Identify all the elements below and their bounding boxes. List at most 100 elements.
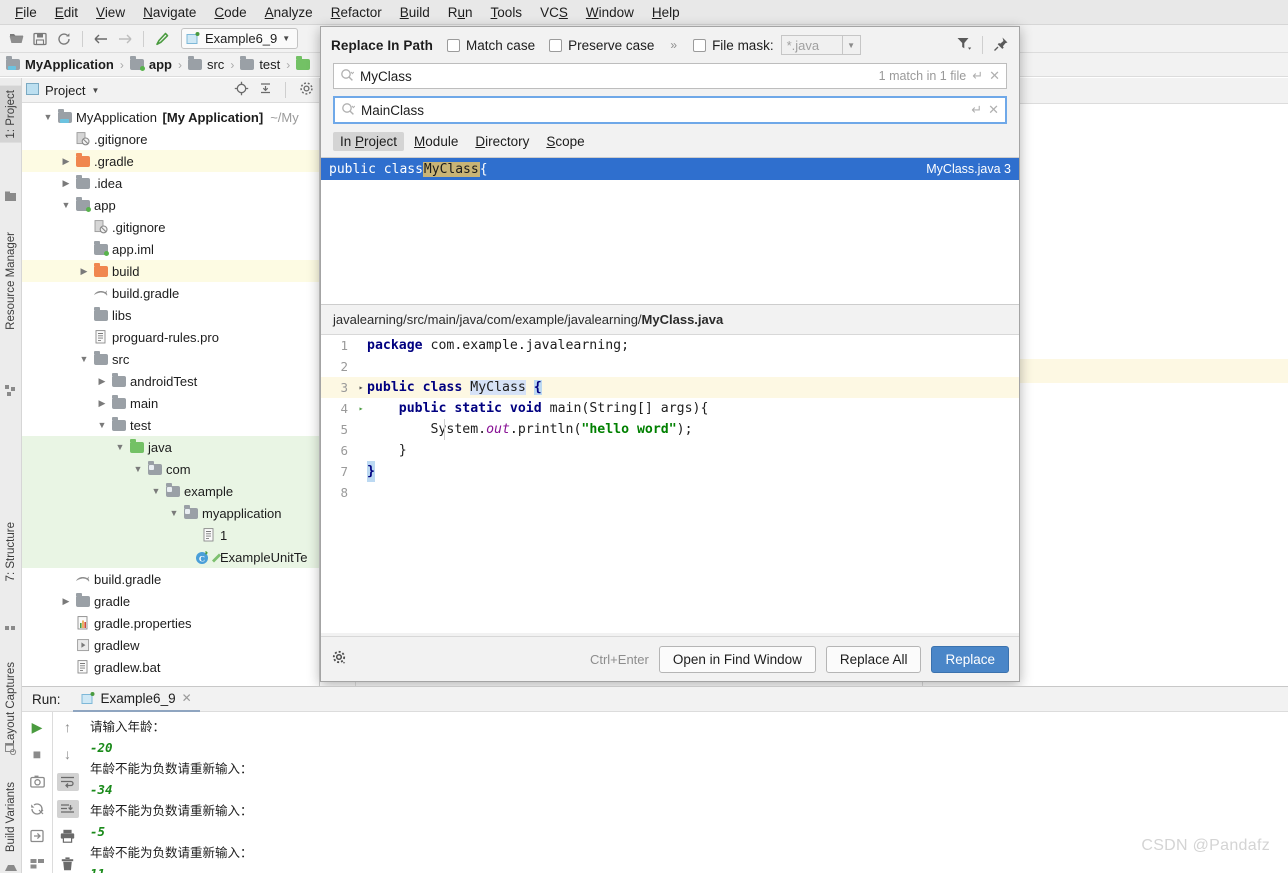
tree-twisty[interactable]: ▼ (76, 354, 92, 364)
tree-twisty[interactable]: ▼ (40, 112, 56, 122)
run-tab[interactable]: Example6_9 ✕ (72, 686, 200, 712)
preview-pane[interactable]: 1 package com.example.javalearning; 2 3 … (321, 335, 1019, 633)
tree-node-1[interactable]: 1 (22, 524, 319, 546)
tree-node-proguard-rules-pro[interactable]: proguard-rules.pro (22, 326, 319, 348)
match-case-checkbox[interactable]: Match case (447, 38, 535, 53)
search-input[interactable]: MyClass (360, 69, 873, 84)
search-results-list[interactable]: public class MyClass {MyClass.java 3 (321, 157, 1019, 305)
tree-twisty[interactable]: ▶ (58, 178, 74, 189)
tree-twisty[interactable]: ▼ (58, 200, 74, 210)
tree-node-gitignore[interactable]: .gitignore (22, 128, 319, 150)
tool-tab-7-structure[interactable]: 7: Structure (0, 518, 22, 585)
menu-analyze[interactable]: Analyze (256, 3, 322, 22)
soft-wrap-icon[interactable] (56, 772, 79, 791)
filter-icon[interactable] (956, 36, 972, 54)
tree-node-myapplication[interactable]: ▼ MyApplication [My Application] ~/My (22, 106, 319, 128)
tree-node-com[interactable]: ▼ com (22, 458, 319, 480)
menu-run[interactable]: Run (439, 3, 482, 22)
tree-node-gradlew[interactable]: gradlew (22, 634, 319, 656)
save-icon[interactable] (29, 28, 51, 50)
tree-node-app-iml[interactable]: app.iml (22, 238, 319, 260)
run-icon[interactable]: ▶ (26, 718, 48, 736)
breadcrumb-item-test[interactable]: test (240, 56, 280, 72)
tree-node-build-gradle[interactable]: build.gradle (22, 568, 319, 590)
tree-node-androidtest[interactable]: ▶ androidTest (22, 370, 319, 392)
open-in-find-window-button[interactable]: Open in Find Window (658, 645, 816, 673)
fold-marker[interactable]: ▸ (355, 377, 367, 398)
tree-twisty[interactable]: ▶ (94, 398, 110, 409)
tree-node-gradle[interactable]: ▶ gradle (22, 590, 319, 612)
stop-icon[interactable]: ■ (26, 745, 48, 763)
tree-twisty[interactable]: ▼ (94, 420, 110, 430)
close-icon[interactable]: ✕ (182, 691, 192, 705)
print-icon[interactable] (57, 827, 79, 845)
pin-icon[interactable] (993, 36, 1009, 55)
replace-input[interactable]: MainClass (361, 103, 965, 118)
down-arrow-icon[interactable]: ↓ (57, 745, 79, 763)
chevron-down-icon[interactable]: ▼ (91, 86, 99, 95)
layout-icon[interactable] (26, 855, 48, 873)
file-mask-checkbox[interactable]: File mask: (693, 38, 774, 53)
close-icon[interactable]: ✕ (989, 68, 1000, 84)
trash-icon[interactable] (57, 855, 79, 873)
replace-history-icon[interactable] (341, 102, 356, 119)
open-folder-icon[interactable] (5, 28, 27, 50)
tree-node-app[interactable]: ▼ app (22, 194, 319, 216)
menu-file[interactable]: File (6, 3, 46, 22)
tree-node-libs[interactable]: libs (22, 304, 319, 326)
menu-window[interactable]: Window (577, 3, 643, 22)
build-hammer-icon[interactable] (151, 28, 173, 50)
menu-vcs[interactable]: VCS (531, 3, 577, 22)
multiline-icon[interactable]: ↵ (972, 68, 983, 84)
menu-help[interactable]: Help (643, 3, 689, 22)
scope-tab-scope[interactable]: Scope (539, 132, 591, 151)
menu-navigate[interactable]: Navigate (134, 3, 205, 22)
scroll-to-end-icon[interactable] (56, 799, 79, 819)
up-arrow-icon[interactable]: ↑ (57, 718, 79, 736)
match-case-box[interactable] (447, 38, 461, 52)
tree-twisty[interactable]: ▼ (130, 464, 146, 474)
menu-edit[interactable]: Edit (46, 3, 87, 22)
back-arrow-icon[interactable] (90, 28, 112, 50)
tree-node-myapplication[interactable]: ▼ myapplication (22, 502, 319, 524)
tree-node-java[interactable]: ▼ java (22, 436, 319, 458)
preserve-case-box[interactable] (549, 38, 563, 52)
preserve-case-checkbox[interactable]: Preserve case (549, 38, 654, 53)
scope-tab-in-project[interactable]: In Project (333, 132, 405, 151)
menu-code[interactable]: Code (205, 3, 255, 22)
replace-button[interactable]: Replace (931, 645, 1009, 673)
tree-node-build[interactable]: ▶ build (22, 260, 319, 282)
tree-node-main[interactable]: ▶ main (22, 392, 319, 414)
tree-twisty[interactable]: ▶ (58, 596, 74, 607)
file-mask-box[interactable] (693, 38, 707, 52)
scope-tab-directory[interactable]: Directory (468, 132, 536, 151)
replace-multiline-icon[interactable]: ↵ (971, 102, 982, 118)
gear-icon[interactable] (331, 649, 348, 669)
breadcrumb-item-myapplication[interactable]: MyApplication (6, 56, 114, 72)
locate-icon[interactable] (232, 81, 250, 99)
tool-tab-resource-manager[interactable]: Resource Manager (0, 228, 22, 334)
replace-input-row[interactable]: MainClass ↵ ✕ (333, 96, 1007, 124)
search-result-row[interactable]: public class MyClass {MyClass.java 3 (321, 158, 1019, 180)
breadcrumb-item-java[interactable] (296, 56, 311, 70)
tree-node-gradle-properties[interactable]: gradle.properties (22, 612, 319, 634)
breadcrumb-item-src[interactable]: src (187, 56, 224, 72)
file-mask-dropdown-icon[interactable]: ▼ (842, 35, 861, 55)
tree-node-idea[interactable]: ▶ .idea (22, 172, 319, 194)
menu-tools[interactable]: Tools (482, 3, 532, 22)
sync-icon[interactable] (53, 28, 75, 50)
tree-node-build-gradle[interactable]: build.gradle (22, 282, 319, 304)
breadcrumb-item-app[interactable]: app (129, 56, 172, 72)
collapse-all-icon[interactable] (256, 81, 274, 99)
tree-twisty[interactable]: ▶ (76, 266, 92, 277)
tree-node-exampleunitte[interactable]: C ExampleUnitTe (22, 546, 319, 568)
export-icon[interactable] (26, 827, 48, 845)
tool-tab-layout-captures[interactable]: Layout Captures (0, 658, 22, 750)
menu-view[interactable]: View (87, 3, 134, 22)
replace-close-icon[interactable]: ✕ (988, 102, 999, 118)
tree-node-gitignore[interactable]: .gitignore (22, 216, 319, 238)
gear-icon[interactable] (297, 81, 315, 99)
tree-twisty[interactable]: ▼ (166, 508, 182, 518)
file-mask-input[interactable]: *.java (780, 35, 843, 55)
run-configuration-selector[interactable]: Example6_9 ▼ (181, 28, 299, 49)
